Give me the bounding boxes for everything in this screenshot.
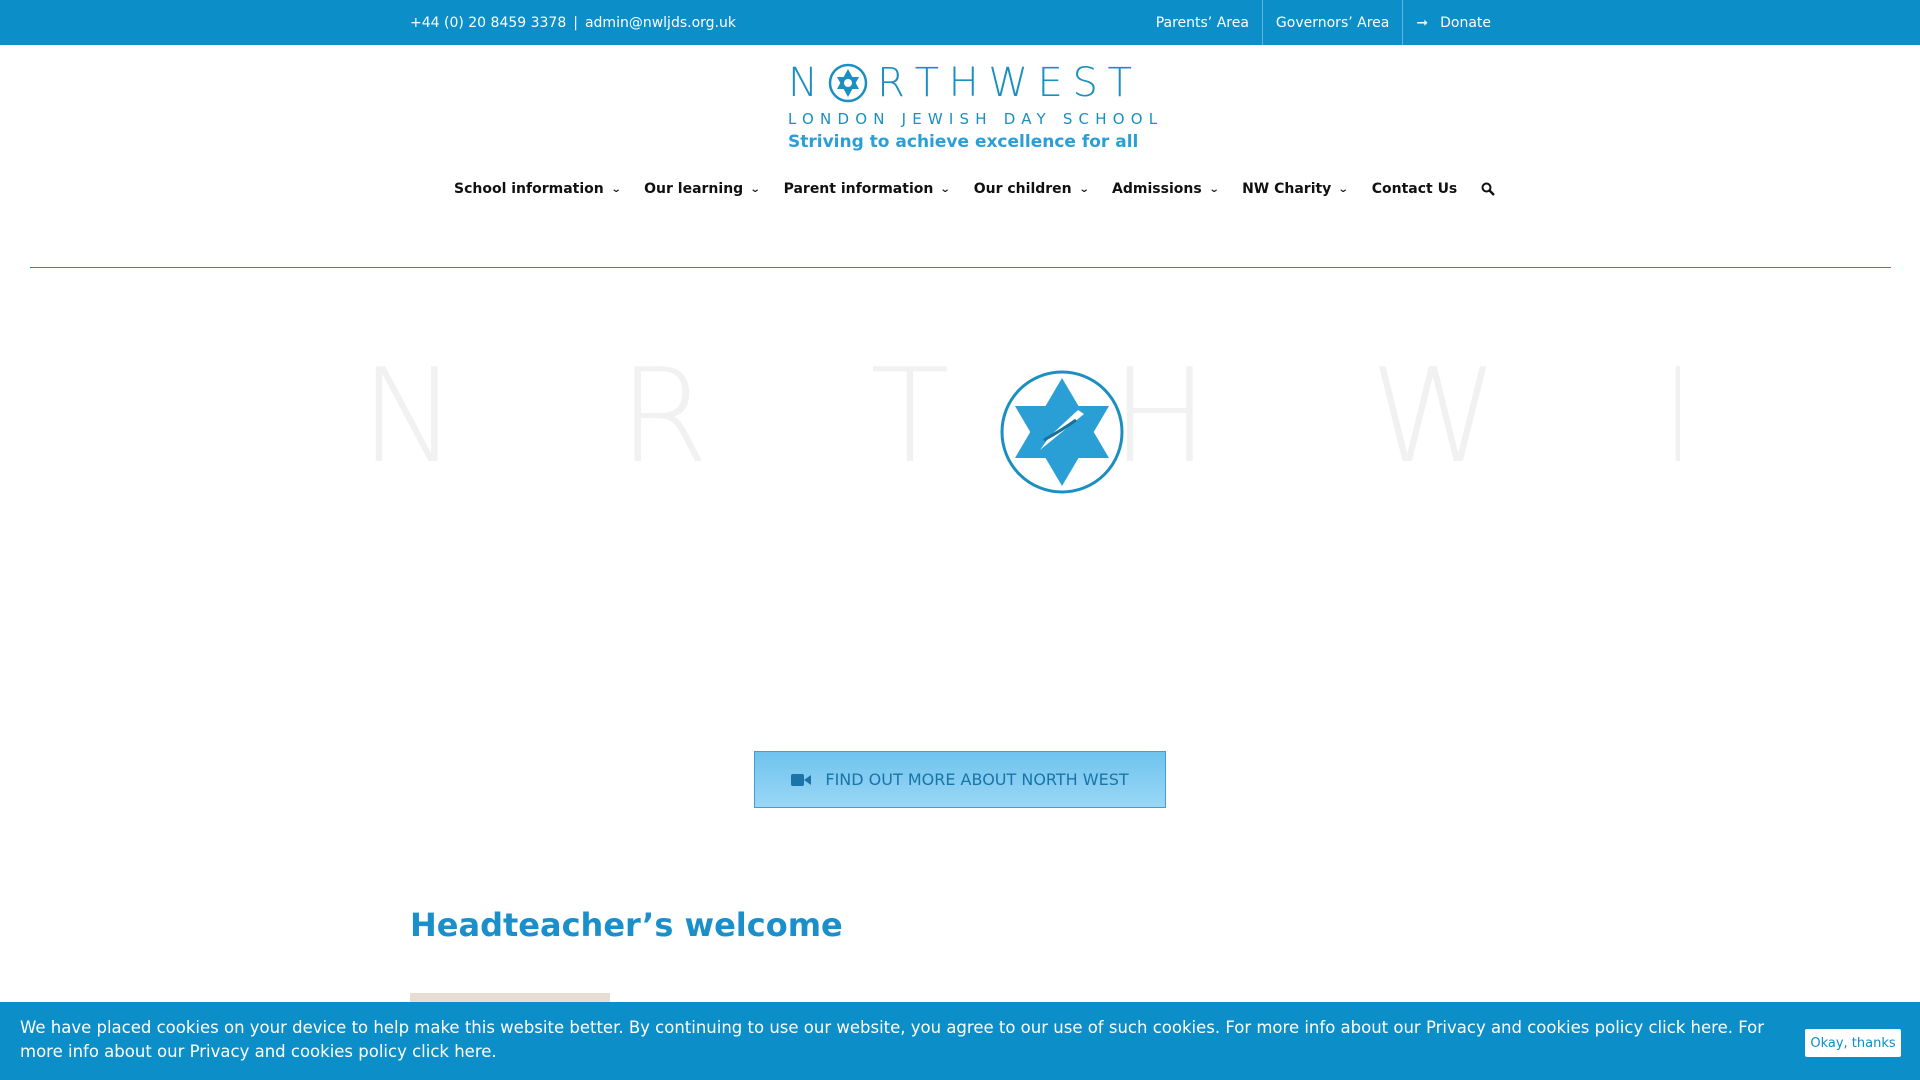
video-camera-icon	[791, 773, 812, 786]
governors-area-link[interactable]: Governors’ Area	[1261, 0, 1402, 45]
logo-letter: H	[948, 60, 979, 106]
find-out-more-label: FIND OUT MORE ABOUT NORTH WEST	[825, 770, 1129, 789]
top-bar: +44 (0) 20 8459 3378 | admin@nwljds.org.…	[0, 0, 1920, 45]
nav-item-our-children[interactable]: Our children ⌄	[973, 181, 1090, 197]
logo-letter: E	[1037, 60, 1063, 106]
hero-banner: N R T H W E S T	[360, 340, 1680, 530]
logo-wordmark: N R T H W E S T	[788, 60, 1132, 106]
donate-link[interactable]: ➞ Donate	[1402, 0, 1504, 45]
nav-item-label: Our children	[973, 181, 1072, 197]
star-of-david-icon	[828, 63, 867, 103]
logo-letter: T	[914, 60, 940, 106]
contact-info: +44 (0) 20 8459 3378 | admin@nwljds.org.…	[410, 0, 736, 45]
chevron-down-icon: ⌄	[610, 183, 622, 195]
nav-item-our-learning[interactable]: Our learning ⌄	[644, 181, 761, 197]
logo-tagline: Striving to achieve excellence for all	[788, 132, 1139, 152]
logo-subtitle: LONDON JEWISH DAY SCHOOL	[788, 110, 1164, 128]
nav-item-parent-information[interactable]: Parent information ⌄	[783, 181, 951, 197]
logo-letter: R	[877, 60, 905, 106]
cookie-banner: We have placed cookies on your device to…	[0, 1002, 1920, 1080]
logo-letter: W	[988, 60, 1028, 106]
header-divider	[30, 267, 1891, 268]
chevron-down-icon: ⌄	[1078, 183, 1090, 195]
nav-item-label: Parent information	[783, 181, 934, 197]
nav-item-label: Our learning	[644, 181, 744, 197]
email-link[interactable]: admin@nwljds.org.uk	[585, 15, 736, 31]
main-navigation: School information ⌄ Our learning ⌄ Pare…	[454, 176, 1496, 202]
search-icon[interactable]	[1481, 182, 1496, 196]
governors-area-label: Governors’ Area	[1275, 14, 1390, 31]
chevron-down-icon: ⌄	[940, 183, 951, 195]
headteacher-welcome-heading: Headteacher’s welcome	[410, 906, 843, 944]
chevron-down-icon: ⌄	[1338, 183, 1349, 195]
parents-area-link[interactable]: Parents’ Area	[1143, 0, 1262, 45]
phone-link[interactable]: +44 (0) 20 8459 3378	[410, 15, 566, 31]
nav-item-label: Contact Us	[1371, 181, 1458, 197]
school-logo[interactable]: N R T H W E S T LONDON JEWISH DAY SCHOOL…	[788, 60, 1164, 158]
chevron-down-icon: ⌄	[1208, 183, 1220, 195]
logo-letter: N	[788, 60, 818, 106]
donate-label: Donate	[1440, 14, 1491, 31]
chevron-down-icon: ⌄	[749, 183, 761, 195]
nav-item-label: Admissions	[1112, 181, 1202, 197]
nav-item-school-information[interactable]: School information ⌄	[454, 181, 622, 197]
logo-letter: T	[1107, 60, 1132, 106]
parents-area-label: Parents’ Area	[1155, 14, 1249, 31]
star-of-david-icon	[1000, 370, 1124, 494]
arrow-right-icon: ➞	[1416, 14, 1429, 31]
logo-letter: S	[1072, 60, 1098, 106]
nav-item-label: NW Charity	[1242, 181, 1332, 197]
cookie-message: We have placed cookies on your device to…	[20, 1018, 1765, 1061]
find-out-more-button[interactable]: FIND OUT MORE ABOUT NORTH WEST	[754, 751, 1166, 808]
contact-separator: |	[573, 14, 578, 31]
nav-item-contact-us[interactable]: Contact Us	[1372, 181, 1458, 197]
nav-item-nw-charity[interactable]: NW Charity ⌄	[1242, 181, 1349, 197]
nav-item-admissions[interactable]: Admissions ⌄	[1112, 181, 1220, 197]
top-links: Parents’ Area Governors’ Area ➞ Donate	[1143, 0, 1504, 45]
nav-item-label: School information	[454, 181, 604, 197]
cookie-accept-button[interactable]: Okay, thanks	[1805, 1029, 1901, 1057]
